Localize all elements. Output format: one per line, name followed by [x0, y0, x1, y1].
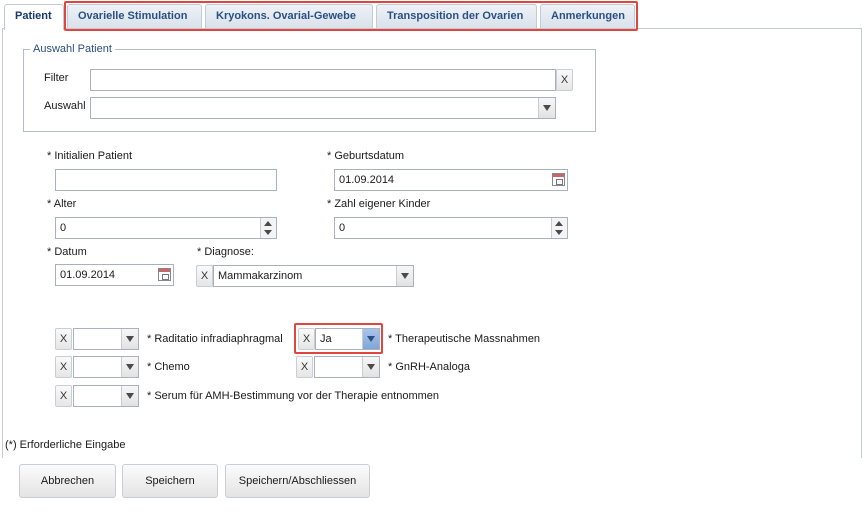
kinder-stepper[interactable]	[551, 218, 567, 238]
tab-anmerkungen[interactable]: Anmerkungen	[540, 4, 635, 28]
patient-selection-legend: Auswahl Patient	[33, 43, 112, 55]
datum-input[interactable]: 01.09.2014	[55, 264, 174, 286]
cancel-button[interactable]: Abbrechen	[19, 464, 116, 498]
diagnose-label: * Diagnose:	[197, 246, 254, 258]
chevron-down-icon[interactable]	[396, 266, 413, 286]
initialen-input[interactable]	[55, 169, 277, 191]
chevron-down-icon[interactable]	[362, 357, 379, 377]
diagnose-value: Mammakarzinom	[218, 270, 303, 282]
save-button[interactable]: Speichern	[122, 464, 218, 498]
gnrh-select[interactable]	[314, 356, 380, 378]
required-note: (*) Erforderliche Eingabe	[5, 439, 126, 451]
radiatio-label: * Raditatio infradiaphragmal	[147, 333, 283, 345]
alter-label: * Alter	[47, 198, 77, 210]
kinder-label: * Zahl eigener Kinder	[327, 198, 431, 210]
datum-value: 01.09.2014	[60, 269, 116, 281]
alter-value: 0	[60, 222, 67, 234]
therapeutische-label: * Therapeutische Massnahmen	[388, 333, 541, 345]
chevron-down-icon[interactable]	[538, 98, 555, 118]
datum-label: * Datum	[47, 246, 87, 258]
tab-patient[interactable]: Patient	[4, 4, 64, 30]
geburtsdatum-label: * Geburtsdatum	[327, 150, 405, 162]
diagnose-clear-button[interactable]: X	[196, 265, 213, 287]
auswahl-select[interactable]	[90, 97, 556, 119]
therapeutische-select[interactable]: Ja	[315, 328, 380, 350]
initialen-label: * Initialien Patient	[47, 150, 132, 162]
geburtsdatum-value: 01.09.2014	[339, 174, 395, 186]
chevron-down-icon[interactable]	[362, 329, 379, 349]
calendar-icon[interactable]	[158, 268, 171, 281]
diagnose-select[interactable]: Mammakarzinom	[213, 265, 414, 287]
kinder-input[interactable]: 0	[334, 217, 568, 239]
gnrh-label: * GnRH-Analoga	[388, 361, 470, 373]
filter-clear-button[interactable]: X	[556, 69, 573, 91]
filter-label: Filter	[44, 72, 69, 84]
chemo-label: * Chemo	[147, 361, 190, 373]
tab-ovarielle-stimulation[interactable]: Ovarielle Stimulation	[67, 4, 202, 28]
chemo-clear-button[interactable]: X	[55, 356, 72, 378]
tab-kryokons-ovarial-gewebe[interactable]: Kryokons. Ovarial-Gewebe	[205, 4, 373, 28]
tab-transposition-der-ovarien[interactable]: Transposition der Ovarien	[376, 4, 537, 28]
therapeutische-clear-button[interactable]: X	[298, 328, 315, 350]
geburtsdatum-input[interactable]: 01.09.2014	[334, 169, 568, 191]
alter-stepper[interactable]	[260, 218, 276, 238]
gnrh-clear-button[interactable]: X	[296, 356, 313, 378]
therapeutische-value: Ja	[320, 333, 332, 345]
serum-label: * Serum für AMH-Bestimmung vor der Thera…	[147, 390, 440, 402]
auswahl-label: Auswahl	[44, 100, 86, 112]
filter-input[interactable]	[90, 69, 556, 91]
radiatio-select[interactable]	[73, 328, 139, 350]
alter-input[interactable]: 0	[55, 217, 277, 239]
save-close-button[interactable]: Speichern/Abschliessen	[225, 464, 370, 498]
serum-select[interactable]	[73, 385, 139, 407]
serum-clear-button[interactable]: X	[55, 385, 72, 407]
chemo-select[interactable]	[73, 356, 139, 378]
chevron-down-icon[interactable]	[121, 329, 138, 349]
radiatio-clear-button[interactable]: X	[55, 328, 72, 350]
calendar-icon[interactable]	[552, 173, 565, 186]
chevron-down-icon[interactable]	[121, 386, 138, 406]
chevron-down-icon[interactable]	[121, 357, 138, 377]
kinder-value: 0	[339, 222, 346, 234]
